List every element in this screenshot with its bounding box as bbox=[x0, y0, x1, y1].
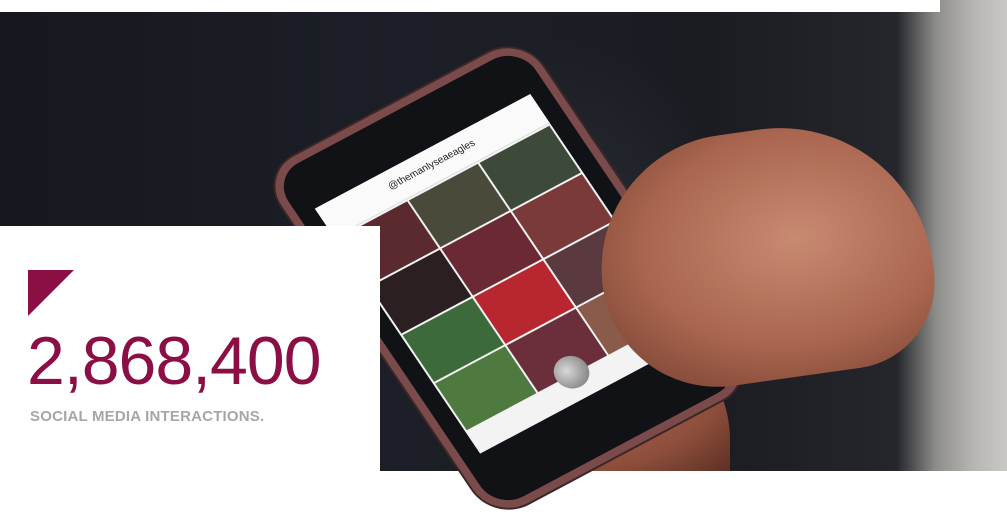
stat-value: 2,868,400 bbox=[27, 323, 322, 399]
stat-panel: 2,868,400 SOCIAL MEDIA INTERACTIONS. bbox=[0, 226, 380, 471]
corner-triangle-accent-icon bbox=[28, 270, 74, 316]
top-white-bar bbox=[0, 0, 940, 12]
stat-label: SOCIAL MEDIA INTERACTIONS. bbox=[30, 408, 265, 425]
